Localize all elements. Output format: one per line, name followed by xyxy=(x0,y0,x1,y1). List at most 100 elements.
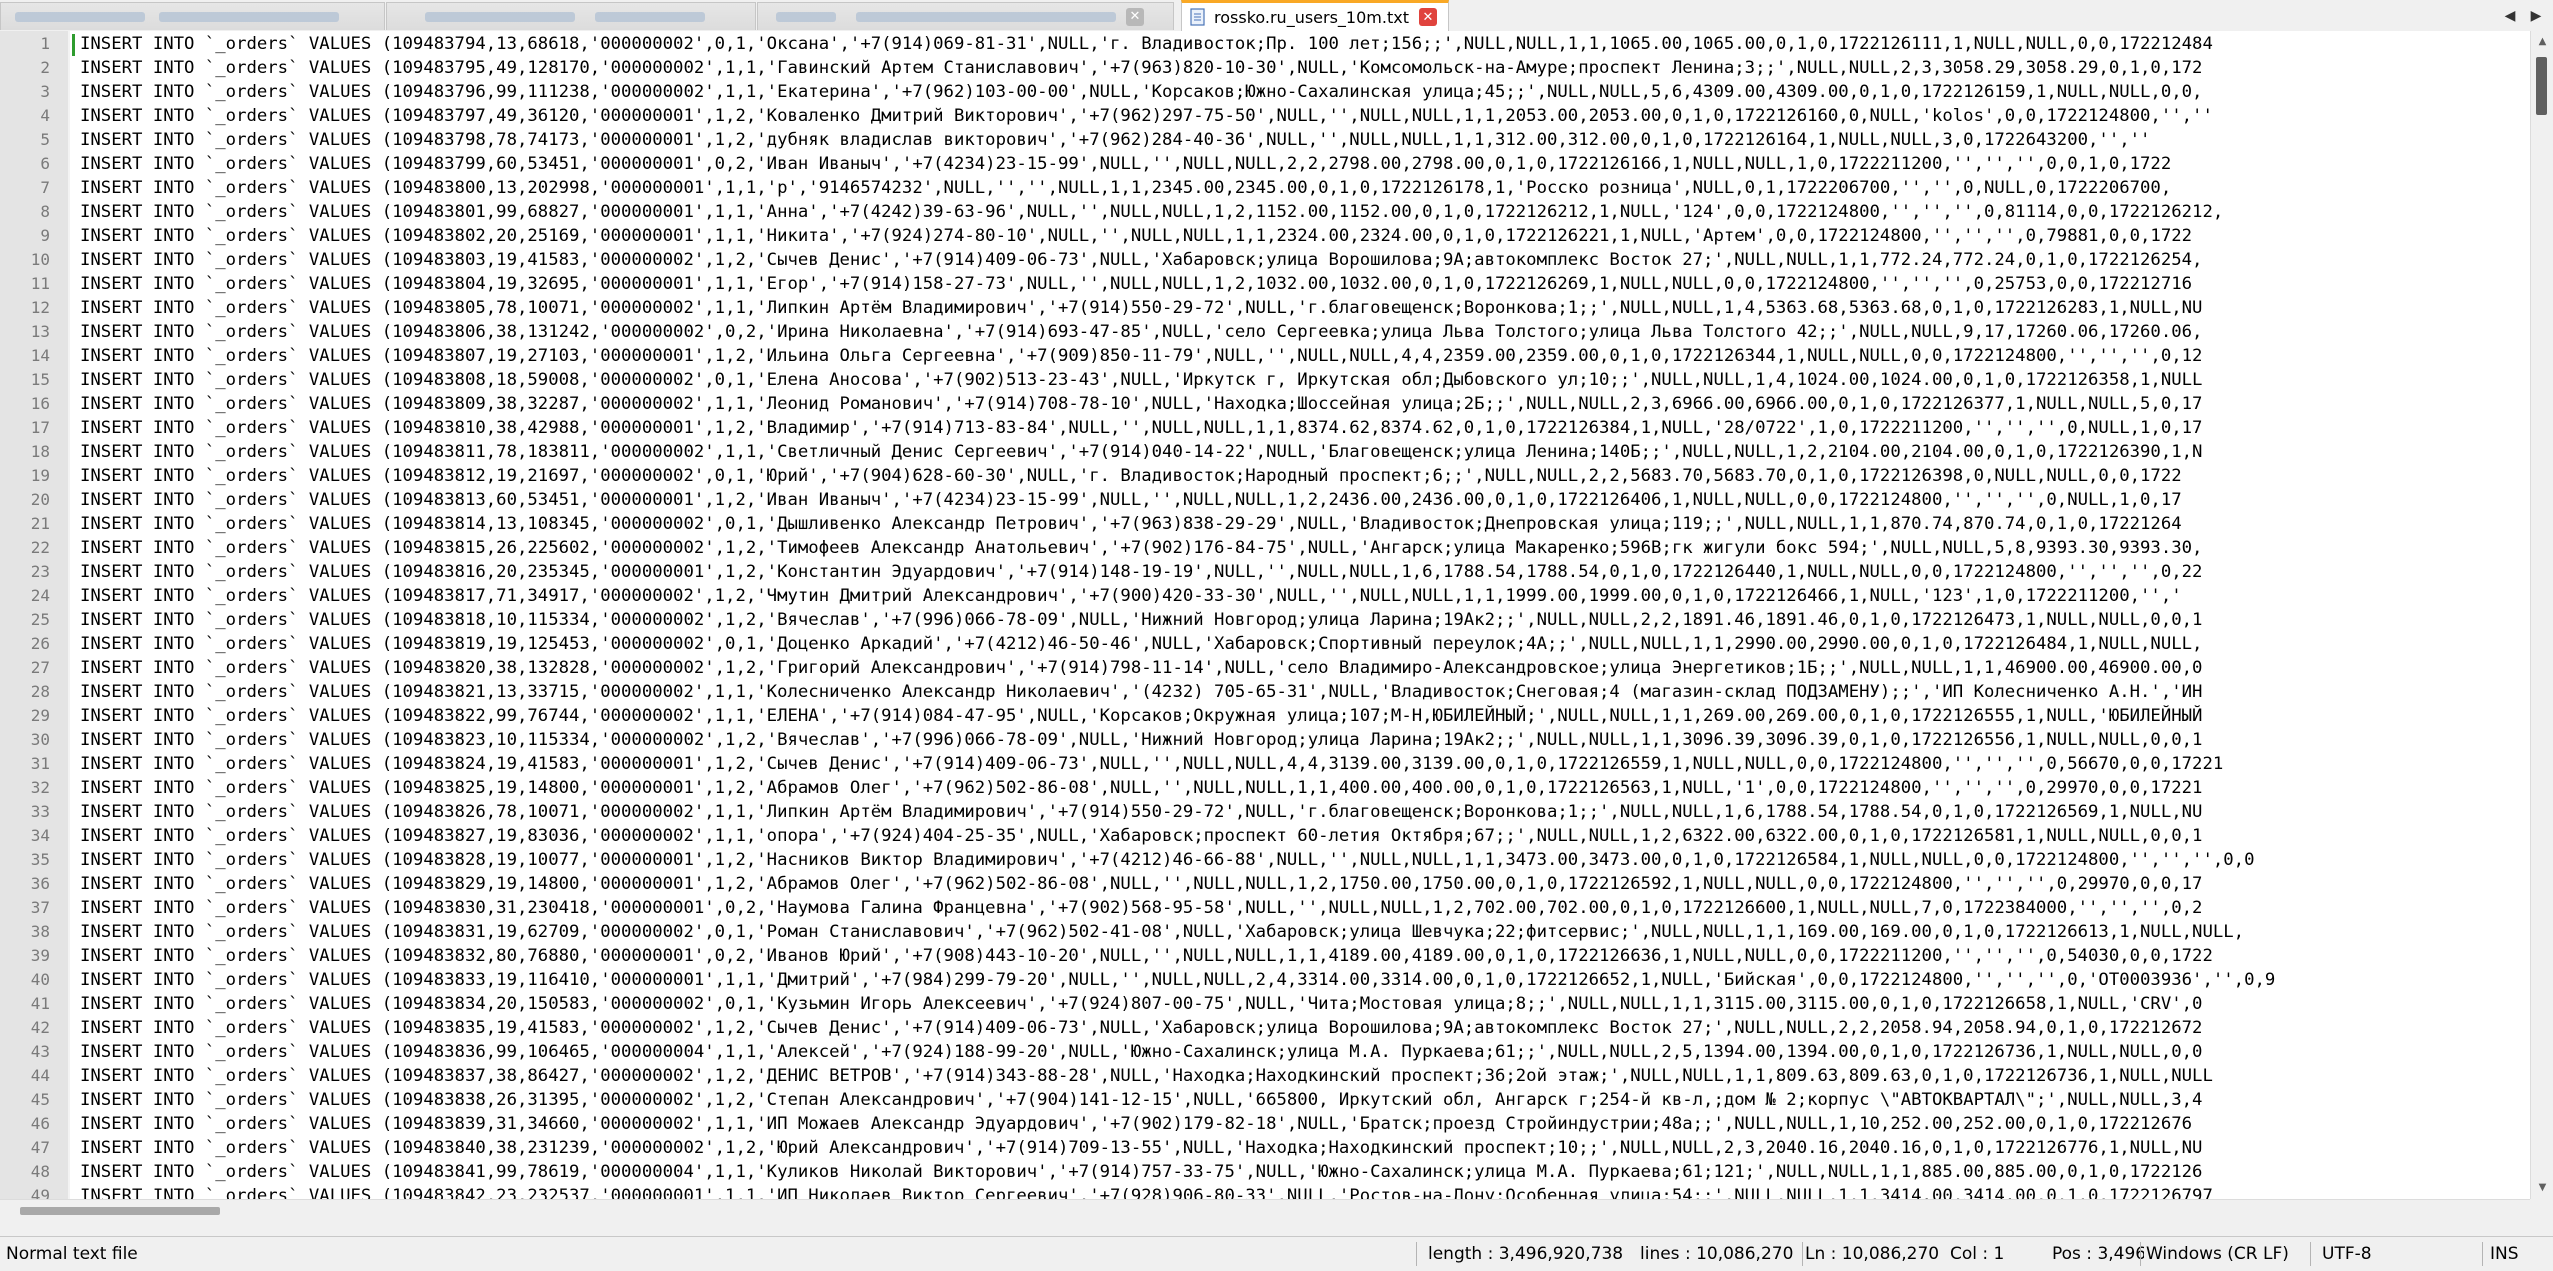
chevron-left-icon[interactable]: ◀ xyxy=(2500,6,2520,26)
line-text[interactable]: INSERT INTO `_orders` VALUES (109483821,… xyxy=(80,680,2202,704)
code-line[interactable]: 16 INSERT INTO `_orders` VALUES (10948380… xyxy=(0,392,2530,416)
chevron-right-icon[interactable]: ▶ xyxy=(2526,6,2546,26)
code-line[interactable]: 4 INSERT INTO `_orders` VALUES (109483797… xyxy=(0,104,2530,128)
line-text[interactable]: INSERT INTO `_orders` VALUES (109483799,… xyxy=(80,152,2171,176)
code-line[interactable]: 33 INSERT INTO `_orders` VALUES (10948382… xyxy=(0,800,2530,824)
line-text[interactable]: INSERT INTO `_orders` VALUES (109483810,… xyxy=(80,416,2202,440)
code-line[interactable]: 10 INSERT INTO `_orders` VALUES (10948380… xyxy=(0,248,2530,272)
line-text[interactable]: INSERT INTO `_orders` VALUES (109483828,… xyxy=(80,848,2254,872)
code-line[interactable]: 18 INSERT INTO `_orders` VALUES (10948381… xyxy=(0,440,2530,464)
line-text[interactable]: INSERT INTO `_orders` VALUES (109483832,… xyxy=(80,944,2213,968)
line-text[interactable]: INSERT INTO `_orders` VALUES (109483822,… xyxy=(80,704,2202,728)
line-text[interactable]: INSERT INTO `_orders` VALUES (109483804,… xyxy=(80,272,2192,296)
code-line[interactable]: 29 INSERT INTO `_orders` VALUES (10948382… xyxy=(0,704,2530,728)
code-line[interactable]: 17 INSERT INTO `_orders` VALUES (10948381… xyxy=(0,416,2530,440)
code-line[interactable]: 11 INSERT INTO `_orders` VALUES (10948380… xyxy=(0,272,2530,296)
code-line[interactable]: 26 INSERT INTO `_orders` VALUES (10948381… xyxy=(0,632,2530,656)
line-text[interactable]: INSERT INTO `_orders` VALUES (109483811,… xyxy=(80,440,2202,464)
code-line[interactable]: 30 INSERT INTO `_orders` VALUES (10948382… xyxy=(0,728,2530,752)
code-line[interactable]: 6 INSERT INTO `_orders` VALUES (109483799… xyxy=(0,152,2530,176)
line-text[interactable]: INSERT INTO `_orders` VALUES (109483818,… xyxy=(80,608,2202,632)
code-line[interactable]: 31 INSERT INTO `_orders` VALUES (10948382… xyxy=(0,752,2530,776)
line-text[interactable]: INSERT INTO `_orders` VALUES (109483827,… xyxy=(80,824,2202,848)
line-text[interactable]: INSERT INTO `_orders` VALUES (109483841,… xyxy=(80,1160,2202,1184)
code-line[interactable]: 37 INSERT INTO `_orders` VALUES (10948383… xyxy=(0,896,2530,920)
code-line[interactable]: 36 INSERT INTO `_orders` VALUES (10948382… xyxy=(0,872,2530,896)
code-line[interactable]: 23 INSERT INTO `_orders` VALUES (10948381… xyxy=(0,560,2530,584)
code-line[interactable]: 41 INSERT INTO `_orders` VALUES (10948383… xyxy=(0,992,2530,1016)
line-text[interactable]: INSERT INTO `_orders` VALUES (109483807,… xyxy=(80,344,2202,368)
line-text[interactable]: INSERT INTO `_orders` VALUES (109483809,… xyxy=(80,392,2202,416)
line-text[interactable]: INSERT INTO `_orders` VALUES (109483836,… xyxy=(80,1040,2202,1064)
line-text[interactable]: INSERT INTO `_orders` VALUES (109483840,… xyxy=(80,1136,2202,1160)
line-text[interactable]: INSERT INTO `_orders` VALUES (109483834,… xyxy=(80,992,2202,1016)
line-text[interactable]: INSERT INTO `_orders` VALUES (109483796,… xyxy=(80,80,2202,104)
line-text[interactable]: INSERT INTO `_orders` VALUES (109483816,… xyxy=(80,560,2202,584)
horizontal-scroll-thumb[interactable] xyxy=(20,1207,220,1215)
arrow-up-icon[interactable]: ▲ xyxy=(2531,31,2553,53)
tab-hidden-1[interactable] xyxy=(0,2,385,30)
code-line[interactable]: 22 INSERT INTO `_orders` VALUES (10948381… xyxy=(0,536,2530,560)
line-text[interactable]: INSERT INTO `_orders` VALUES (109483797,… xyxy=(80,104,2213,128)
line-text[interactable]: INSERT INTO `_orders` VALUES (109483815,… xyxy=(80,536,2202,560)
code-line[interactable]: 3 INSERT INTO `_orders` VALUES (109483796… xyxy=(0,80,2530,104)
code-line[interactable]: 47 INSERT INTO `_orders` VALUES (10948384… xyxy=(0,1136,2530,1160)
code-line[interactable]: 5 INSERT INTO `_orders` VALUES (109483798… xyxy=(0,128,2530,152)
code-line[interactable]: 48 INSERT INTO `_orders` VALUES (10948384… xyxy=(0,1160,2530,1184)
tab-hidden-3[interactable]: ✕ xyxy=(757,2,1174,30)
vertical-scroll-thumb[interactable] xyxy=(2536,57,2547,115)
code-line[interactable]: 8 INSERT INTO `_orders` VALUES (109483801… xyxy=(0,200,2530,224)
code-line[interactable]: 28 INSERT INTO `_orders` VALUES (10948382… xyxy=(0,680,2530,704)
line-text[interactable]: INSERT INTO `_orders` VALUES (109483806,… xyxy=(80,320,2202,344)
tab-hidden-2[interactable] xyxy=(386,2,756,30)
code-line[interactable]: 35 INSERT INTO `_orders` VALUES (10948382… xyxy=(0,848,2530,872)
code-line[interactable]: 1 INSERT INTO `_orders` VALUES (109483794… xyxy=(0,32,2530,56)
code-line[interactable]: 2 INSERT INTO `_orders` VALUES (109483795… xyxy=(0,56,2530,80)
code-line[interactable]: 9 INSERT INTO `_orders` VALUES (109483802… xyxy=(0,224,2530,248)
line-text[interactable]: INSERT INTO `_orders` VALUES (109483817,… xyxy=(80,584,2182,608)
text-editor[interactable]: 1 INSERT INTO `_orders` VALUES (109483794… xyxy=(0,31,2553,1199)
line-text[interactable]: INSERT INTO `_orders` VALUES (109483833,… xyxy=(80,968,2275,992)
code-line[interactable]: 40 INSERT INTO `_orders` VALUES (10948383… xyxy=(0,968,2530,992)
line-text[interactable]: INSERT INTO `_orders` VALUES (109483800,… xyxy=(80,176,2171,200)
line-text[interactable]: INSERT INTO `_orders` VALUES (109483808,… xyxy=(80,368,2202,392)
line-text[interactable]: INSERT INTO `_orders` VALUES (109483842,… xyxy=(80,1184,2213,1199)
line-text[interactable]: INSERT INTO `_orders` VALUES (109483814,… xyxy=(80,512,2182,536)
code-line[interactable]: 43 INSERT INTO `_orders` VALUES (10948383… xyxy=(0,1040,2530,1064)
line-text[interactable]: INSERT INTO `_orders` VALUES (109483823,… xyxy=(80,728,2202,752)
line-text[interactable]: INSERT INTO `_orders` VALUES (109483794,… xyxy=(80,32,2213,56)
code-line[interactable]: 15 INSERT INTO `_orders` VALUES (10948380… xyxy=(0,368,2530,392)
line-text[interactable]: INSERT INTO `_orders` VALUES (109483798,… xyxy=(80,128,2150,152)
line-text[interactable]: INSERT INTO `_orders` VALUES (109483835,… xyxy=(80,1016,2202,1040)
code-line[interactable]: 39 INSERT INTO `_orders` VALUES (10948383… xyxy=(0,944,2530,968)
code-line[interactable]: 34 INSERT INTO `_orders` VALUES (10948382… xyxy=(0,824,2530,848)
line-text[interactable]: INSERT INTO `_orders` VALUES (109483837,… xyxy=(80,1064,2213,1088)
line-text[interactable]: INSERT INTO `_orders` VALUES (109483838,… xyxy=(80,1088,2202,1112)
line-text[interactable]: INSERT INTO `_orders` VALUES (109483820,… xyxy=(80,656,2202,680)
code-line[interactable]: 38 INSERT INTO `_orders` VALUES (10948383… xyxy=(0,920,2530,944)
arrow-down-icon[interactable]: ▼ xyxy=(2531,1177,2553,1199)
code-line[interactable]: 45 INSERT INTO `_orders` VALUES (10948383… xyxy=(0,1088,2530,1112)
code-line[interactable]: 20 INSERT INTO `_orders` VALUES (10948381… xyxy=(0,488,2530,512)
vertical-scrollbar[interactable]: ▲ ▼ xyxy=(2530,31,2553,1199)
code-line[interactable]: 27 INSERT INTO `_orders` VALUES (10948382… xyxy=(0,656,2530,680)
code-line[interactable]: 13 INSERT INTO `_orders` VALUES (10948380… xyxy=(0,320,2530,344)
horizontal-scrollbar[interactable] xyxy=(0,1199,2530,1222)
line-text[interactable]: INSERT INTO `_orders` VALUES (109483812,… xyxy=(80,464,2182,488)
code-line[interactable]: 32 INSERT INTO `_orders` VALUES (10948382… xyxy=(0,776,2530,800)
close-icon[interactable]: ✕ xyxy=(1418,8,1437,26)
line-text[interactable]: INSERT INTO `_orders` VALUES (109483824,… xyxy=(80,752,2223,776)
code-line[interactable]: 49 INSERT INTO `_orders` VALUES (10948384… xyxy=(0,1184,2530,1199)
line-text[interactable]: INSERT INTO `_orders` VALUES (109483795,… xyxy=(80,56,2202,80)
code-line[interactable]: 12 INSERT INTO `_orders` VALUES (10948380… xyxy=(0,296,2530,320)
line-text[interactable]: INSERT INTO `_orders` VALUES (109483829,… xyxy=(80,872,2202,896)
tab-active-file[interactable]: rossko.ru_users_10m.txt ✕ xyxy=(1181,0,1449,31)
code-line[interactable]: 44 INSERT INTO `_orders` VALUES (10948383… xyxy=(0,1064,2530,1088)
code-line[interactable]: 46 INSERT INTO `_orders` VALUES (10948383… xyxy=(0,1112,2530,1136)
line-text[interactable]: INSERT INTO `_orders` VALUES (109483803,… xyxy=(80,248,2202,272)
code-line[interactable]: 24 INSERT INTO `_orders` VALUES (10948381… xyxy=(0,584,2530,608)
code-line[interactable]: 25 INSERT INTO `_orders` VALUES (10948381… xyxy=(0,608,2530,632)
code-line[interactable]: 7 INSERT INTO `_orders` VALUES (109483800… xyxy=(0,176,2530,200)
line-text[interactable]: INSERT INTO `_orders` VALUES (109483839,… xyxy=(80,1112,2192,1136)
line-text[interactable]: INSERT INTO `_orders` VALUES (109483830,… xyxy=(80,896,2202,920)
